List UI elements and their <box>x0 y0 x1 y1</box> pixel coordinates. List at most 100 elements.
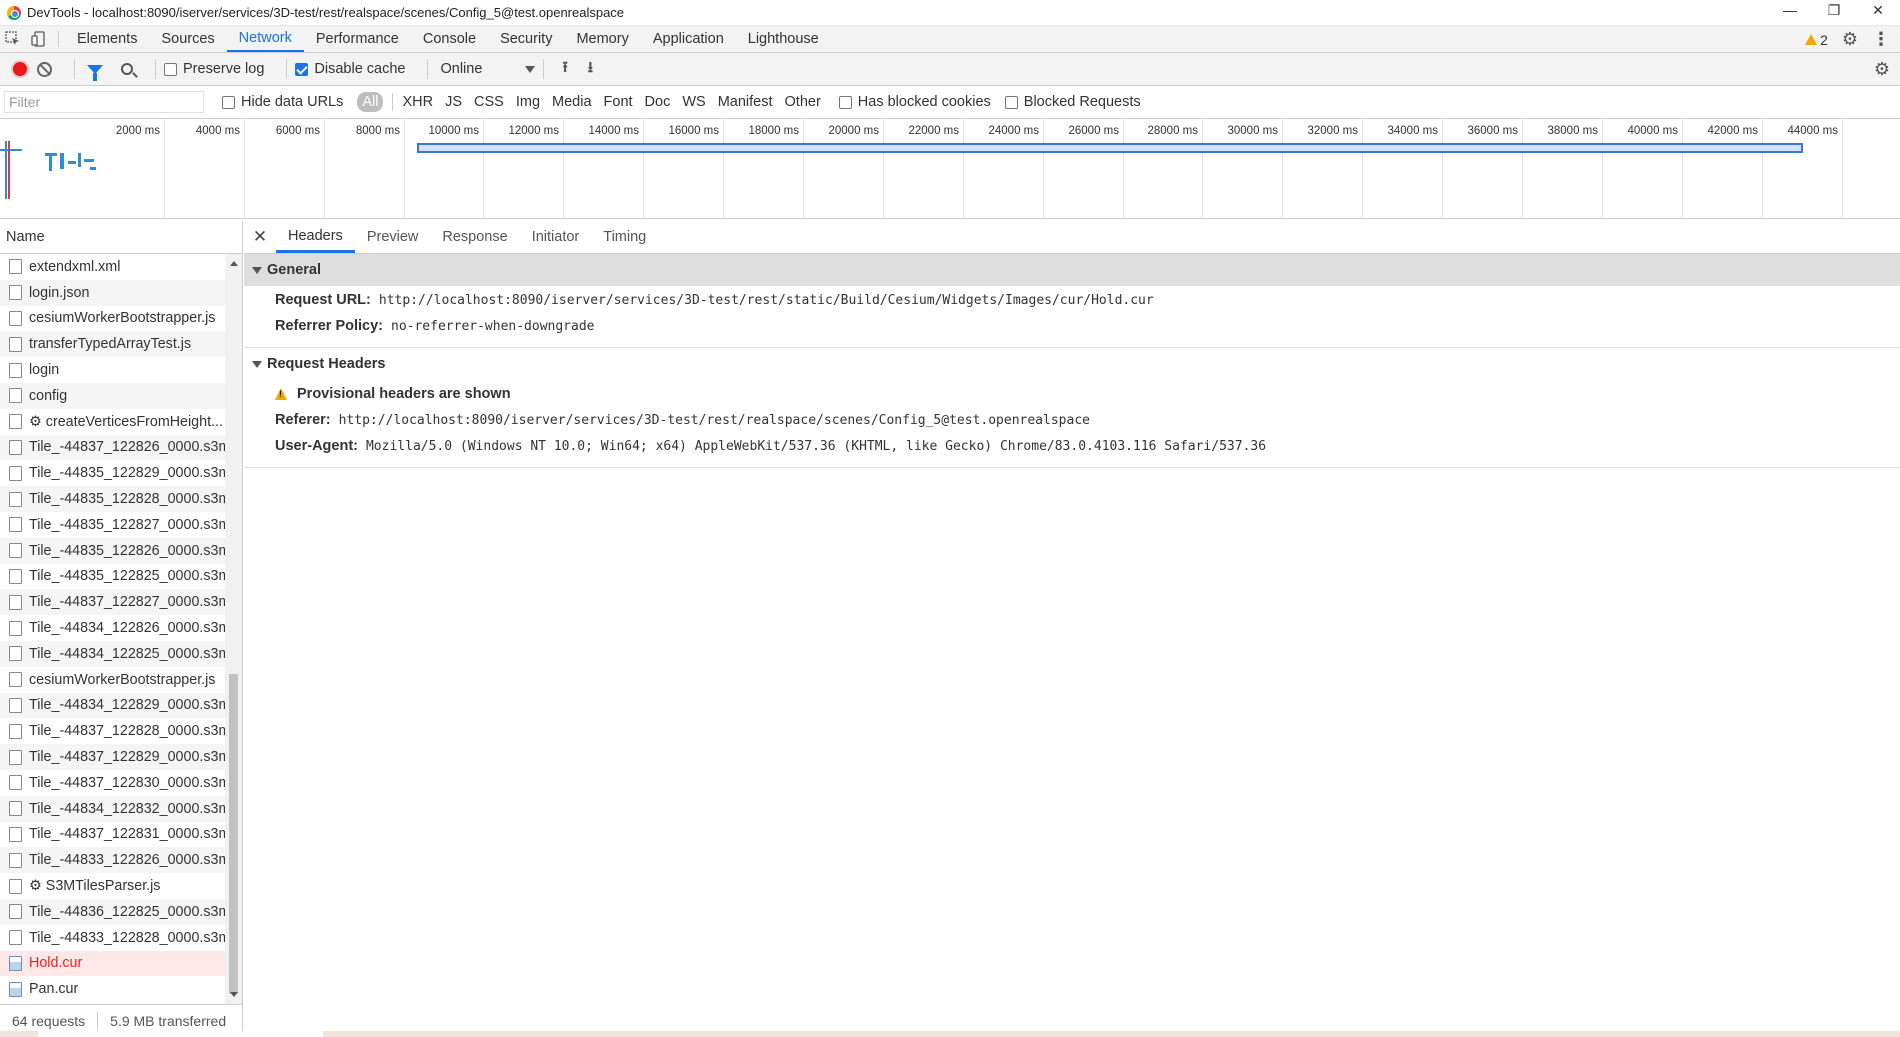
search-icon[interactable] <box>121 63 133 75</box>
request-row[interactable]: login.json <box>0 279 225 306</box>
tab-lighthouse[interactable]: Lighthouse <box>736 26 831 52</box>
blocked-requests-checkbox[interactable]: Blocked Requests <box>1004 94 1141 110</box>
filter-type-css[interactable]: CSS <box>468 92 510 112</box>
clear-icon[interactable] <box>37 61 52 77</box>
settings-icon[interactable]: ⚙ <box>1842 29 1858 50</box>
request-row[interactable]: Tile_-44837_122830_0000.s3m <box>0 770 225 796</box>
record-icon[interactable] <box>13 62 27 76</box>
user-agent-label: User-Agent: <box>275 438 358 454</box>
request-row[interactable]: Tile_-44837_122828_0000.s3m <box>0 718 225 744</box>
request-row[interactable]: Tile_-44835_122826_0000.s3m <box>0 537 225 564</box>
document-file-icon <box>9 852 22 868</box>
request-row[interactable]: Tile_-44835_122829_0000.s3m <box>0 460 225 486</box>
request-headers-section-header[interactable]: Request Headers <box>244 348 1900 380</box>
request-row[interactable]: Tile_-44834_122832_0000.s3m <box>0 795 225 822</box>
request-row[interactable]: Tile_-44834_122825_0000.s3m <box>0 640 225 667</box>
overview-marker <box>5 141 7 199</box>
request-name: Tile_-44837_122827_0000.s3m <box>29 594 225 611</box>
tab-console[interactable]: Console <box>411 26 488 52</box>
request-row[interactable]: transferTypedArrayTest.js <box>0 331 225 358</box>
document-file-icon <box>9 749 22 765</box>
close-button[interactable]: ✕ <box>1856 0 1900 22</box>
tab-initiator[interactable]: Initiator <box>520 221 592 253</box>
filter-type-img[interactable]: Img <box>510 92 546 112</box>
request-row[interactable]: Pan.cur <box>0 976 225 1002</box>
disable-cache-box[interactable] <box>295 62 309 76</box>
scroll-up-icon[interactable] <box>230 261 238 266</box>
has-blocked-cookies-box[interactable] <box>838 95 852 109</box>
request-row[interactable]: Tile_-44837_122827_0000.s3m <box>0 589 225 616</box>
has-blocked-cookies-checkbox[interactable]: Has blocked cookies <box>838 94 991 110</box>
request-row[interactable]: Tile_-44835_122828_0000.s3m <box>0 486 225 512</box>
warnings-badge[interactable]: 2 <box>1805 32 1828 48</box>
request-name: Tile_-44837_122831_0000.s3m <box>29 826 225 843</box>
request-row[interactable]: extendxml.xml <box>0 254 225 280</box>
preserve-log-checkbox[interactable]: Preserve log <box>164 61 264 77</box>
filter-type-other[interactable]: Other <box>779 92 827 112</box>
request-row[interactable]: Tile_-44837_122826_0000.s3m <box>0 434 225 461</box>
tab-timing[interactable]: Timing <box>591 221 658 253</box>
request-row[interactable]: Hold.cur <box>0 950 225 977</box>
document-file-icon <box>9 620 22 636</box>
request-row[interactable]: Tile_-44836_122825_0000.s3m <box>0 898 225 925</box>
scrollbar-thumb[interactable] <box>229 674 238 994</box>
tab-network[interactable]: Network <box>226 26 304 52</box>
request-row[interactable]: ⚙ createVerticesFromHeight... <box>0 409 225 435</box>
filter-type-all[interactable]: All <box>357 92 384 112</box>
scroll-down-icon[interactable] <box>230 992 238 997</box>
request-row[interactable]: ⚙ S3MTilesParser.js <box>0 873 225 899</box>
request-row[interactable]: Tile_-44834_122826_0000.s3m <box>0 615 225 641</box>
tab-elements[interactable]: Elements <box>65 26 149 52</box>
tab-response[interactable]: Response <box>430 221 519 253</box>
tab-security[interactable]: Security <box>488 26 564 52</box>
import-icon[interactable]: ⭱ <box>562 57 567 82</box>
general-section-header[interactable]: General <box>244 254 1900 286</box>
tab-performance[interactable]: Performance <box>304 26 411 52</box>
preserve-log-box[interactable] <box>164 62 177 76</box>
request-row[interactable]: Tile_-44834_122829_0000.s3m <box>0 692 225 719</box>
request-row[interactable]: Tile_-44833_122826_0000.s3m <box>0 847 225 874</box>
filter-type-js[interactable]: JS <box>439 92 468 112</box>
tab-memory[interactable]: Memory <box>564 26 640 52</box>
referer-row: Referer: http://localhost:8090/iserver/s… <box>244 407 1900 433</box>
request-row[interactable]: login <box>0 357 225 383</box>
request-list[interactable]: extendxml.xml login.json cesiumWorkerBoots… <box>0 254 225 1004</box>
tab-preview[interactable]: Preview <box>355 221 431 253</box>
provisional-warning: Provisional headers are shown <box>244 381 1900 407</box>
more-options-icon[interactable]: ⋮ <box>1872 29 1890 50</box>
disable-cache-checkbox[interactable]: Disable cache <box>295 61 405 77</box>
hide-data-urls-box[interactable] <box>222 95 235 109</box>
throttling-select[interactable]: Online <box>440 61 536 77</box>
request-row[interactable]: cesiumWorkerBootstrapper.js <box>0 306 225 332</box>
hide-data-urls-checkbox[interactable]: Hide data URLs <box>222 94 343 110</box>
filter-type-font[interactable]: Font <box>598 92 639 112</box>
filter-type-doc[interactable]: Doc <box>639 92 677 112</box>
filter-type-ws[interactable]: WS <box>676 92 711 112</box>
blocked-requests-box[interactable] <box>1004 95 1018 109</box>
request-row[interactable]: Tile_-44833_122828_0000.s3m <box>0 925 225 951</box>
request-row[interactable]: Tile_-44837_122831_0000.s3m <box>0 822 225 848</box>
request-list-scrollbar[interactable] <box>225 254 242 1004</box>
tab-headers[interactable]: Headers <box>276 221 355 253</box>
tab-sources[interactable]: Sources <box>149 26 226 52</box>
minimize-button[interactable]: — <box>1768 0 1812 22</box>
request-row[interactable]: config <box>0 382 225 409</box>
inspect-element-icon[interactable] <box>0 26 26 52</box>
filter-type-media[interactable]: Media <box>546 92 598 112</box>
close-icon[interactable]: ✕ <box>244 221 276 253</box>
device-toolbar-icon[interactable] <box>26 26 52 52</box>
tab-application[interactable]: Application <box>641 26 736 52</box>
export-icon[interactable]: ⭳ <box>588 57 593 82</box>
filter-input[interactable] <box>4 91 204 113</box>
restore-button[interactable]: ❐ <box>1812 0 1856 22</box>
request-row[interactable]: Tile_-44835_122825_0000.s3m <box>0 564 225 590</box>
network-overview[interactable]: 2000 ms 4000 ms 6000 ms 8000 ms 10000 ms 1200… <box>0 119 1900 219</box>
name-column-header[interactable]: Name <box>0 221 242 254</box>
request-row[interactable]: Tile_-44835_122827_0000.s3m <box>0 512 225 538</box>
filter-type-xhr[interactable]: XHR <box>396 92 439 112</box>
request-row[interactable]: cesiumWorkerBootstrapper.js <box>0 667 225 693</box>
filter-icon[interactable] <box>87 64 103 81</box>
request-row[interactable]: Tile_-44837_122829_0000.s3m <box>0 744 225 770</box>
filter-type-manifest[interactable]: Manifest <box>712 92 779 112</box>
network-settings-icon[interactable]: ⚙ <box>1874 59 1890 80</box>
